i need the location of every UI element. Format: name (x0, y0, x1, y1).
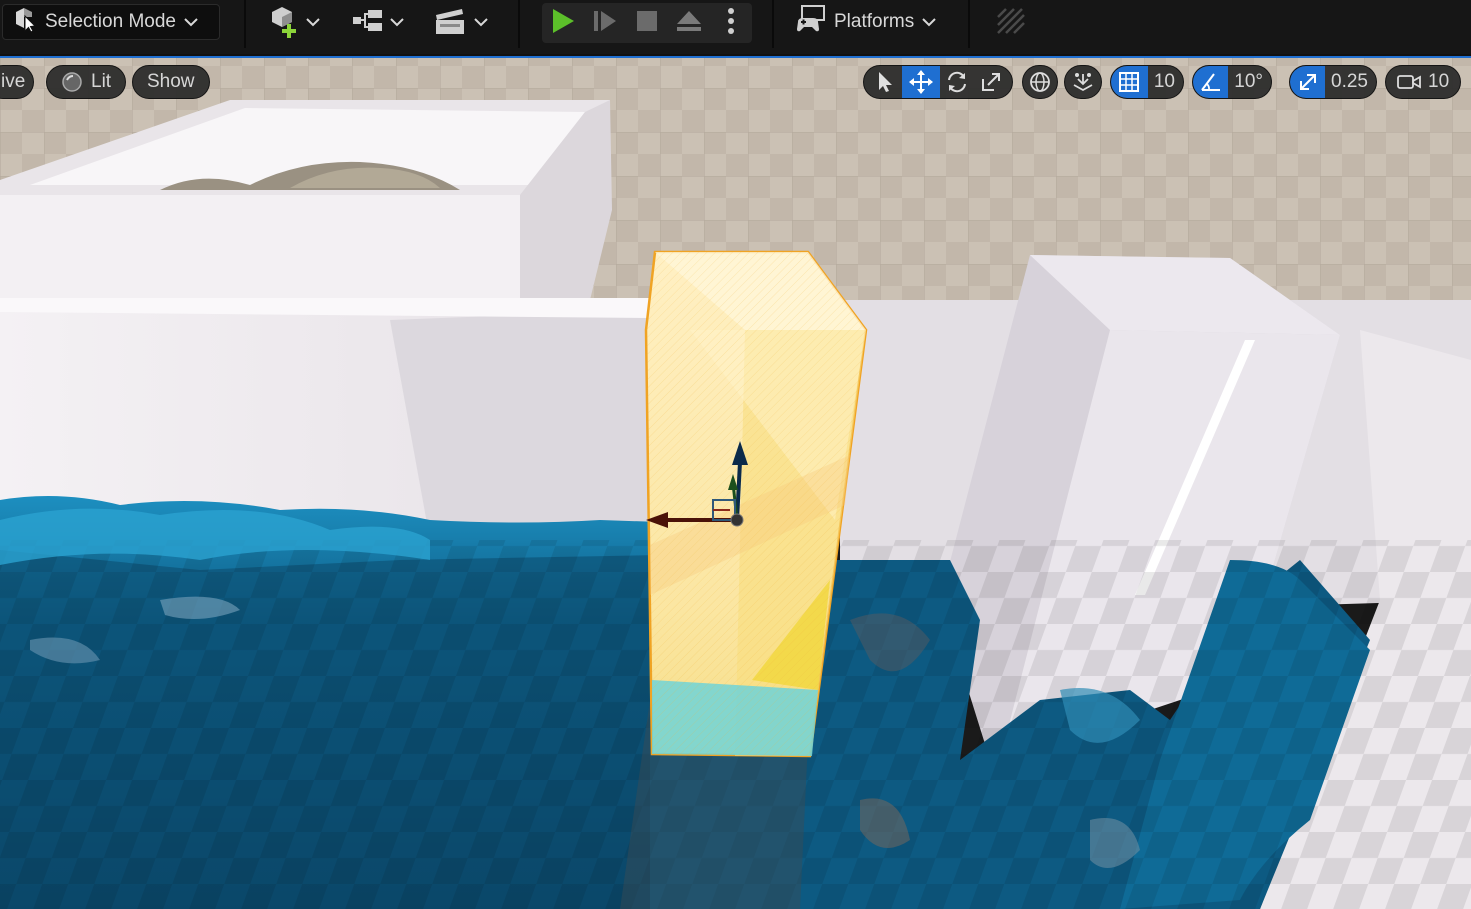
play-button[interactable] (542, 3, 584, 43)
angle-icon (1199, 71, 1223, 93)
cinematics-button[interactable] (434, 6, 488, 40)
chevron-down-icon (922, 11, 936, 33)
grid-snap-icon (1118, 71, 1140, 93)
select-mode-button[interactable] (868, 66, 902, 98)
advance-frame-icon (592, 8, 618, 39)
show-button[interactable]: Show (132, 65, 210, 99)
lit-label: Lit (91, 71, 112, 92)
play-controls (542, 3, 752, 43)
world-globe-icon (1029, 71, 1051, 93)
grid-snap-value[interactable]: 10 (1148, 71, 1183, 93)
toolbar-divider (244, 0, 246, 48)
scale-snap-control[interactable]: 0.25 (1289, 65, 1377, 99)
editor-window: Selection Mode Platforms ive Lit Show 10… (0, 0, 1471, 909)
toolbar-divider (772, 0, 774, 48)
grid-snap-toggle[interactable] (1111, 66, 1148, 98)
chevron-down-icon (474, 14, 488, 32)
rotation-snap-control[interactable]: 10° (1192, 65, 1272, 99)
camera-speed-value: 10 (1428, 71, 1450, 92)
stop-icon (635, 9, 659, 38)
camera-icon (1396, 72, 1422, 92)
grid-snap-control[interactable]: 10 (1110, 65, 1184, 99)
stop-button[interactable] (626, 3, 668, 43)
scale-icon (980, 71, 1002, 93)
blueprint-icon (352, 7, 386, 40)
chevron-down-icon (390, 14, 404, 32)
rotate-mode-button[interactable] (940, 66, 974, 98)
view-mode-label: ive (1, 71, 26, 92)
selection-mode-icon (13, 6, 37, 38)
scene-render (0, 58, 1471, 909)
rotate-icon (945, 70, 969, 94)
chevron-down-icon (184, 11, 198, 33)
scale-snap-toggle[interactable] (1290, 66, 1326, 98)
more-options-button[interactable] (710, 3, 752, 43)
platforms-icon (796, 4, 826, 40)
settings-button[interactable] (996, 6, 1026, 40)
add-actor-icon (268, 4, 302, 43)
play-icon (550, 7, 576, 40)
lit-view-mode-button[interactable]: Lit (46, 65, 127, 99)
chevron-down-icon (306, 14, 320, 32)
platforms-label: Platforms (834, 11, 915, 32)
scale-mode-button[interactable] (974, 66, 1008, 98)
blueprint-button[interactable] (352, 6, 404, 40)
cinematics-icon (434, 6, 468, 41)
scale-snap-value[interactable]: 0.25 (1325, 71, 1376, 93)
add-actor-button[interactable] (268, 6, 320, 40)
advance-frame-button[interactable] (584, 3, 626, 43)
settings-icon (996, 7, 1026, 40)
scale-snap-icon (1298, 72, 1318, 92)
main-toolbar: Selection Mode Platforms (0, 0, 1471, 54)
camera-speed-control[interactable]: 10 (1385, 65, 1461, 99)
rotation-snap-value[interactable]: 10° (1228, 71, 1271, 93)
more-options-icon (727, 7, 735, 40)
world-local-toggle[interactable] (1022, 65, 1058, 99)
level-viewport[interactable]: ive Lit Show 10 10° 0.25 10 (0, 58, 1471, 909)
translate-icon (908, 69, 934, 95)
rotation-snap-toggle[interactable] (1193, 66, 1229, 98)
lit-icon (61, 71, 83, 93)
toolbar-divider (968, 0, 970, 48)
platforms-dropdown[interactable]: Platforms (796, 4, 936, 40)
eject-button[interactable] (668, 3, 710, 43)
selection-mode-dropdown[interactable]: Selection Mode (2, 4, 220, 40)
surface-snap-icon (1071, 70, 1095, 94)
select-arrow-icon (877, 71, 893, 93)
toolbar-divider (518, 0, 520, 48)
surface-snap-toggle[interactable] (1064, 65, 1102, 99)
view-mode-button[interactable]: ive (0, 65, 34, 99)
transform-tools (863, 65, 1013, 99)
selection-mode-label: Selection Mode (45, 11, 176, 32)
translate-mode-button[interactable] (902, 66, 940, 98)
show-label: Show (147, 71, 195, 92)
eject-icon (675, 9, 703, 38)
